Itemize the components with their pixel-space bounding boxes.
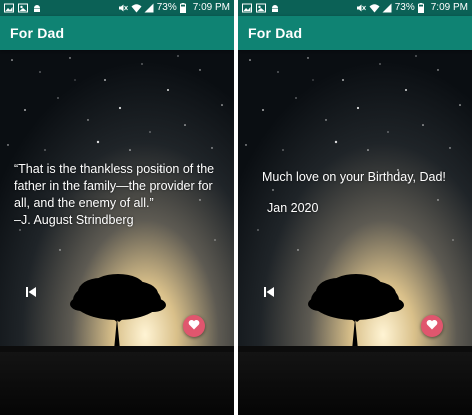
wifi-icon <box>369 3 380 13</box>
heart-icon <box>426 317 438 335</box>
signal-icon <box>382 3 392 13</box>
background-image: Much love on your Birthday, Dad! Jan 202… <box>238 50 472 415</box>
starry-sky-tree-image <box>0 50 234 415</box>
signal-icon <box>144 3 154 13</box>
phone-screen-message: 73% 7:09 PM For Dad Much love on your Bi… <box>238 0 472 415</box>
mute-icon <box>356 3 366 13</box>
background-image: “That is the thankless position of the f… <box>0 50 234 415</box>
battery-icon <box>417 3 428 14</box>
battery-icon <box>179 3 190 14</box>
status-bar: 73% 7:09 PM <box>238 0 472 16</box>
favorite-button[interactable] <box>421 315 443 337</box>
message-date: Jan 2020 <box>267 201 319 215</box>
image-notification-icon <box>4 3 14 13</box>
status-time: 7:09 PM <box>192 2 230 13</box>
app-bar: For Dad <box>0 16 234 50</box>
app-bar: For Dad <box>238 16 472 50</box>
previous-button[interactable] <box>262 285 276 299</box>
app-title: For Dad <box>10 25 65 41</box>
app-title: For Dad <box>248 25 303 41</box>
birthday-message-text: Much love on your Birthday, Dad! <box>262 170 446 184</box>
battery-percent: 73% <box>156 2 177 13</box>
starry-sky-tree-image <box>238 50 472 415</box>
android-notification-icon <box>32 3 42 13</box>
wifi-icon <box>131 3 142 13</box>
mute-icon <box>118 3 128 13</box>
favorite-button[interactable] <box>183 315 205 337</box>
battery-percent: 73% <box>394 2 415 13</box>
status-bar: 73% 7:09 PM <box>0 0 234 16</box>
previous-button[interactable] <box>24 285 38 299</box>
gallery-notification-icon <box>18 3 28 13</box>
status-time: 7:09 PM <box>430 2 468 13</box>
heart-icon <box>188 317 200 335</box>
father-quote-text: “That is the thankless position of the f… <box>14 162 215 227</box>
phone-screen-quote: 73% 7:09 PM For Dad “That is the thankle… <box>0 0 234 415</box>
gallery-notification-icon <box>256 3 266 13</box>
skip-previous-icon <box>262 286 276 303</box>
android-notification-icon <box>270 3 280 13</box>
image-notification-icon <box>242 3 252 13</box>
skip-previous-icon <box>24 286 38 303</box>
